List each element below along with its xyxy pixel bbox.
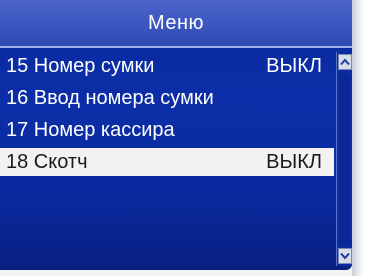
- menu-item-label: 16 Ввод номера сумки: [6, 86, 214, 109]
- menu-item-15[interactable]: 15 Номер сумки ВЫКЛ: [0, 52, 334, 80]
- menu-item-17[interactable]: 17 Номер кассира: [0, 116, 334, 144]
- scroll-down-button[interactable]: [338, 248, 352, 264]
- menu-item-value: ВЫКЛ: [266, 54, 322, 77]
- scrollbar[interactable]: [336, 52, 352, 266]
- menu-screen: Меню 15 Номер сумки ВЫКЛ 16 Ввод номера …: [0, 0, 352, 270]
- scrollbar-track[interactable]: [340, 74, 350, 244]
- menu-item-label: 18 Скотч: [6, 150, 88, 173]
- menu-item-value: ВЫКЛ: [266, 150, 322, 173]
- scroll-up-button[interactable]: [338, 54, 352, 70]
- menu-title: Меню: [147, 11, 205, 34]
- menu-item-16[interactable]: 16 Ввод номера сумки: [0, 84, 334, 112]
- chevron-up-icon: [340, 58, 350, 66]
- chevron-down-icon: [340, 252, 350, 260]
- menu-item-18-selected[interactable]: 18 Скотч ВЫКЛ: [0, 148, 334, 176]
- device-frame: Меню 15 Номер сумки ВЫКЛ 16 Ввод номера …: [0, 0, 365, 276]
- screen-bezel: [352, 0, 365, 276]
- menu-item-label: 17 Номер кассира: [6, 118, 175, 141]
- menu-item-label: 15 Номер сумки: [6, 54, 155, 77]
- title-bar: Меню: [0, 0, 352, 48]
